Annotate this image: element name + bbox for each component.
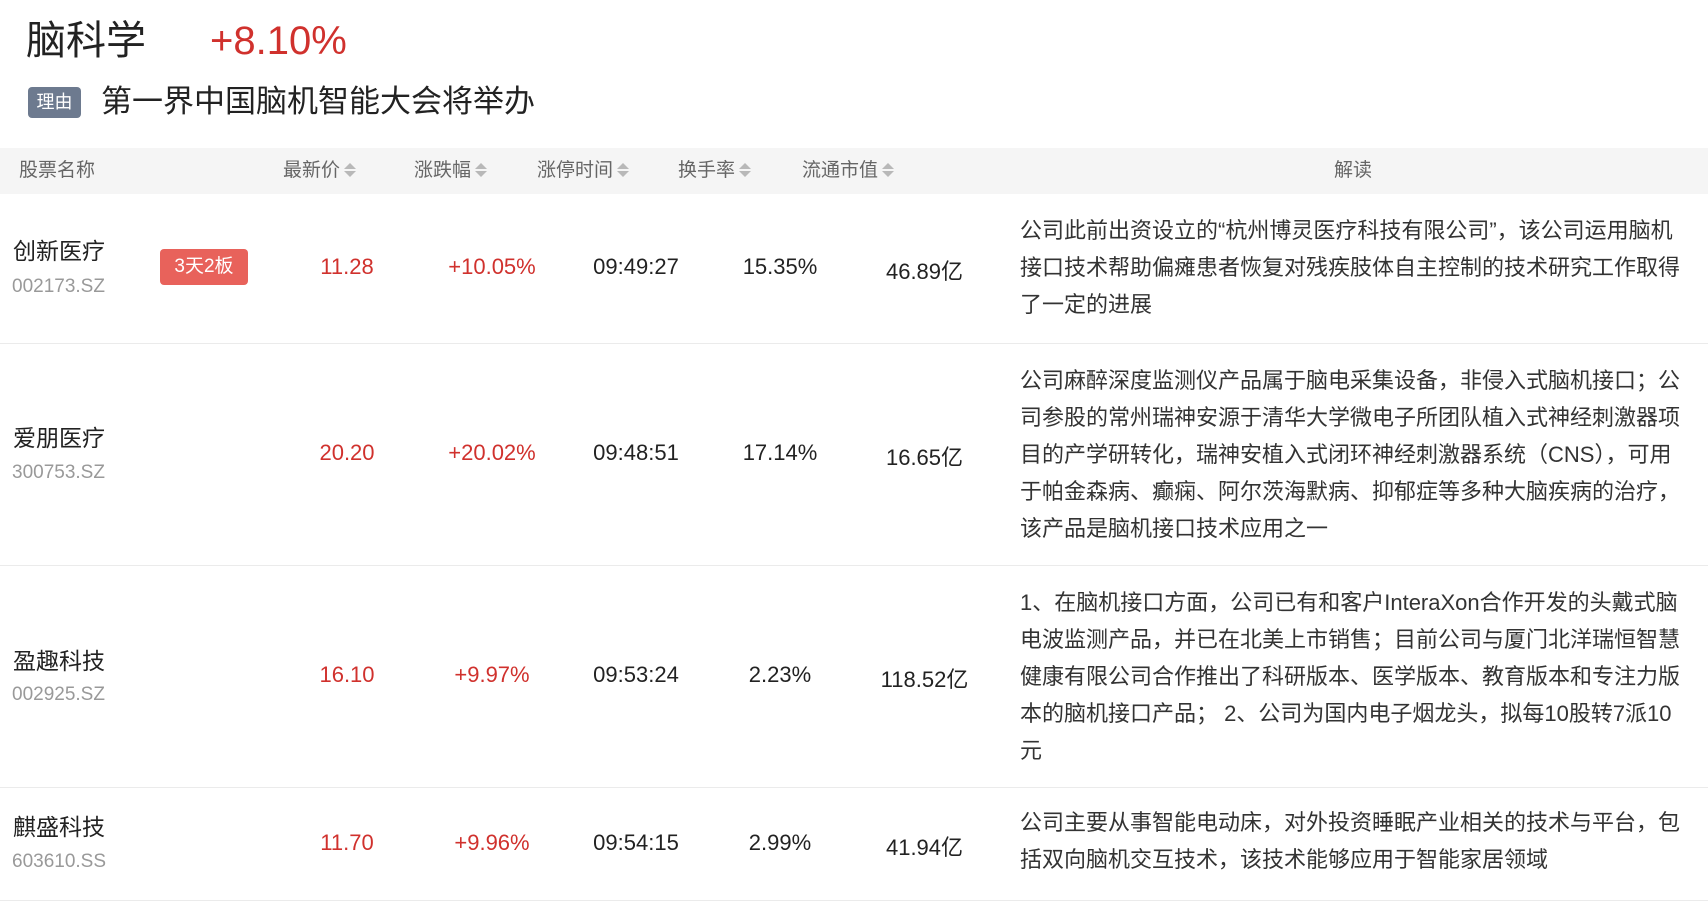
- sector-name: 脑科学: [26, 19, 146, 63]
- limit-time-value: 09:54:15: [593, 830, 679, 855]
- board-badge: 3天2板: [160, 249, 248, 285]
- header-analysis-label: 解读: [1334, 160, 1373, 181]
- reason-tag: 理由: [28, 87, 81, 118]
- turnover-value: 15.35%: [742, 254, 818, 279]
- change-value: +10.05%: [448, 254, 536, 279]
- market-cap-value: 46.89亿: [885, 259, 964, 284]
- header-turnover-label: 换手率: [678, 160, 736, 181]
- sort-icon[interactable]: [738, 160, 752, 180]
- price-value: 11.70: [320, 830, 374, 855]
- header-turnover[interactable]: 换手率: [678, 148, 752, 194]
- stock-code: 300753.SZ: [12, 462, 105, 483]
- table-header: 股票名称 最新价 涨跌幅 涨停时间 换手率 流通市值 解读: [0, 148, 1708, 194]
- stock-code: 002925.SZ: [12, 684, 105, 705]
- header-limit-time-label: 涨停时间: [537, 160, 614, 181]
- header-market-cap-label: 流通市值: [802, 160, 879, 181]
- market-cap-value: 16.65亿: [885, 445, 964, 470]
- change-value: +20.02%: [448, 440, 536, 465]
- market-cap-value: 41.94亿: [885, 835, 964, 860]
- sort-icon[interactable]: [616, 160, 630, 180]
- analysis-text: 公司此前出资设立的“杭州博灵医疗科技有限公司”，该公司运用脑机接口技术帮助偏瘫患…: [1020, 218, 1681, 317]
- header-market-cap[interactable]: 流通市值: [802, 148, 895, 194]
- limit-time-value: 09:49:27: [593, 254, 679, 279]
- change-value: +9.96%: [454, 830, 530, 855]
- table-row[interactable]: 盈趣科技 002925.SZ 16.10 +9.97% 09:53:24 2.2…: [0, 566, 1708, 788]
- change-value: +9.97%: [454, 662, 530, 687]
- header-price-label: 最新价: [283, 160, 341, 181]
- analysis-text: 公司麻醉深度监测仪产品属于脑电采集设备，非侵入式脑机接口；公司参股的常州瑞神安源…: [1020, 368, 1681, 541]
- sector-change: +8.10%: [210, 19, 347, 63]
- header-analysis: 解读: [1334, 148, 1372, 194]
- sector-header: 脑科学 +8.10% 理由 第一界中国脑机智能大会将举办: [0, 0, 1708, 148]
- price-value: 11.28: [320, 254, 374, 279]
- header-stock-name-label: 股票名称: [19, 160, 96, 181]
- limit-time-value: 09:48:51: [593, 440, 679, 465]
- reason-text: 第一界中国脑机智能大会将举办: [101, 84, 535, 119]
- header-change-label: 涨跌幅: [414, 160, 472, 181]
- stock-name[interactable]: 麒盛科技: [13, 808, 105, 842]
- price-value: 20.20: [319, 440, 375, 465]
- market-cap-value: 118.52亿: [880, 667, 969, 692]
- table-row[interactable]: 麒盛科技 603610.SS 11.70 +9.96% 09:54:15 2.9…: [0, 788, 1708, 901]
- header-stock-name: 股票名称: [19, 148, 95, 194]
- turnover-value: 17.14%: [742, 440, 818, 465]
- analysis-text: 1、在脑机接口方面，公司已有和客户InteraXon合作开发的头戴式脑电波监测产…: [1020, 590, 1681, 763]
- limit-time-value: 09:53:24: [593, 662, 679, 687]
- stock-name[interactable]: 盈趣科技: [13, 642, 105, 676]
- header-change[interactable]: 涨跌幅: [414, 148, 488, 194]
- stock-name[interactable]: 创新医疗: [13, 232, 105, 266]
- header-price[interactable]: 最新价: [283, 148, 357, 194]
- turnover-value: 2.99%: [748, 830, 812, 855]
- sort-icon[interactable]: [474, 160, 488, 180]
- stock-code: 603610.SS: [12, 851, 107, 872]
- price-value: 16.10: [319, 662, 375, 687]
- turnover-value: 2.23%: [748, 662, 812, 687]
- table-row[interactable]: 创新医疗 002173.SZ 3天2板 11.28 +10.05% 09:49:…: [0, 194, 1708, 344]
- sort-icon[interactable]: [881, 160, 895, 180]
- analysis-text: 公司主要从事智能电动床，对外投资睡眠产业相关的技术与平台，包括双向脑机交互技术，…: [1020, 810, 1681, 872]
- sort-icon[interactable]: [343, 160, 357, 180]
- stock-code: 002173.SZ: [12, 276, 105, 297]
- stock-name[interactable]: 爱朋医疗: [13, 419, 105, 453]
- table-row[interactable]: 爱朋医疗 300753.SZ 20.20 +20.02% 09:48:51 17…: [0, 344, 1708, 566]
- header-limit-time[interactable]: 涨停时间: [537, 148, 630, 194]
